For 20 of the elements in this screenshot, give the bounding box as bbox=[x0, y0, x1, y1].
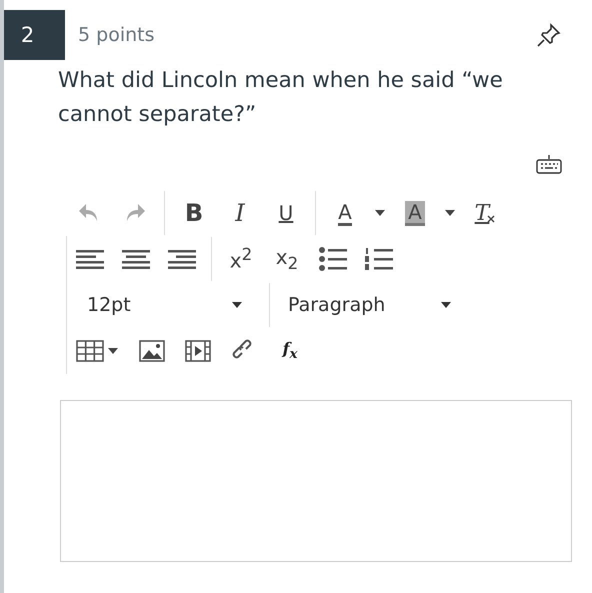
question-text: What did Lincoln mean when he said “we cannot separate?” bbox=[58, 67, 504, 129]
keyboard-icon[interactable] bbox=[536, 154, 562, 174]
caret-icon bbox=[440, 301, 452, 309]
formula-button[interactable]: f$_{x}$ bbox=[267, 331, 313, 371]
caret-icon bbox=[231, 301, 243, 309]
bold-button[interactable]: B bbox=[171, 193, 217, 233]
script-button[interactable]: x$^{2}$ bbox=[218, 239, 264, 279]
points-label: 5 points bbox=[78, 24, 154, 46]
pin-icon[interactable] bbox=[536, 22, 562, 48]
underline-button[interactable]: U bbox=[263, 193, 309, 233]
question-number: 2 bbox=[4, 10, 65, 60]
highlight-button[interactable]: A bbox=[392, 193, 438, 233]
dropdown[interactable]: Paragraph bbox=[276, 283, 472, 327]
text-color-button[interactable]: A bbox=[322, 193, 368, 233]
script-button[interactable]: x$_{2}$ bbox=[264, 239, 310, 279]
caret-icon[interactable] bbox=[444, 209, 456, 217]
italic-button[interactable]: I bbox=[217, 193, 263, 233]
clear-format-button[interactable]: T bbox=[462, 193, 508, 233]
dropdown[interactable]: 12pt bbox=[67, 283, 263, 327]
caret-icon[interactable] bbox=[374, 209, 386, 217]
